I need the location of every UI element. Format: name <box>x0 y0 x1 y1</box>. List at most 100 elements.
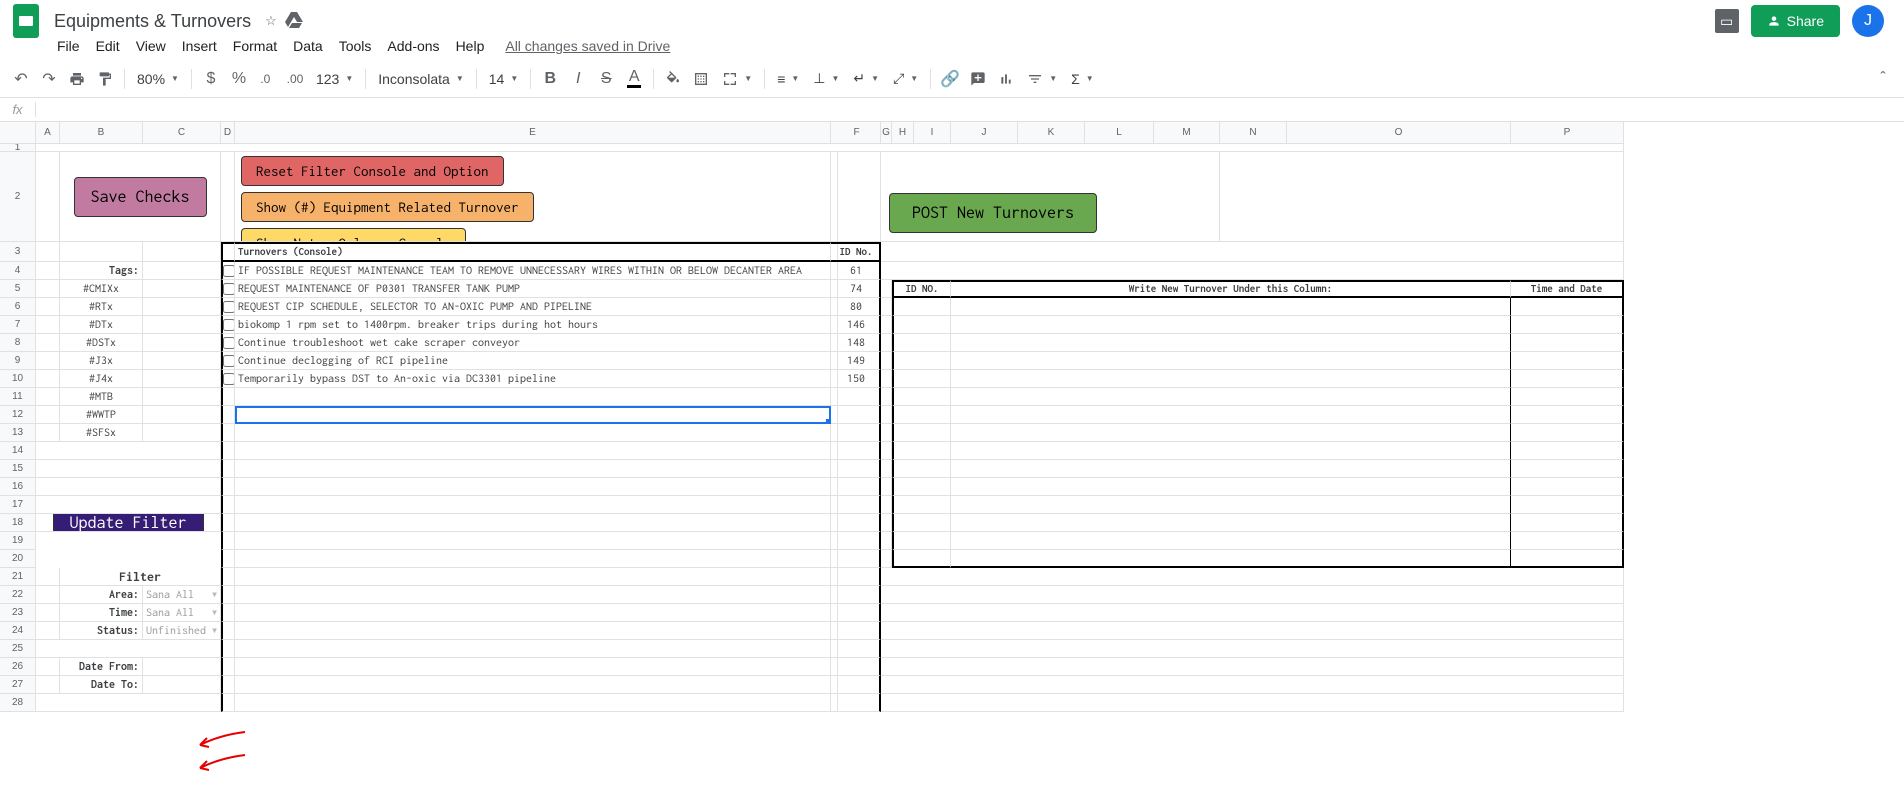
row-header[interactable]: 12 <box>0 406 36 424</box>
document-title[interactable]: Equipments & Turnovers <box>48 9 257 34</box>
insert-comment-button[interactable] <box>965 66 991 92</box>
borders-button[interactable] <box>688 66 714 92</box>
row-header[interactable]: 19 <box>0 532 36 550</box>
row-header[interactable]: 8 <box>0 334 36 352</box>
row-header[interactable]: 17 <box>0 496 36 514</box>
text-color-button[interactable]: A <box>621 66 647 92</box>
menu-help[interactable]: Help <box>449 34 492 58</box>
row-header[interactable]: 6 <box>0 298 36 316</box>
decrease-decimal-button[interactable]: .0 <box>254 66 280 92</box>
turnover-checkbox[interactable] <box>223 265 235 277</box>
font-dropdown[interactable]: Inconsolata▼ <box>372 66 470 92</box>
percent-button[interactable]: % <box>226 66 252 92</box>
col-header[interactable]: E <box>235 122 831 144</box>
turnover-text[interactable]: Continue troubleshoot wet cake scraper c… <box>235 334 831 352</box>
row-header[interactable]: 1 <box>0 144 36 152</box>
col-header[interactable]: O <box>1287 122 1511 144</box>
time-dropdown[interactable]: Sana All▼ <box>143 604 221 622</box>
menu-view[interactable]: View <box>129 34 173 58</box>
undo-button[interactable]: ↶ <box>8 66 34 92</box>
tag-item[interactable]: #SFSx <box>60 424 143 442</box>
col-header[interactable]: L <box>1085 122 1154 144</box>
menu-tools[interactable]: Tools <box>332 34 379 58</box>
row-header[interactable]: 20 <box>0 550 36 568</box>
status-dropdown[interactable]: Unfinished▼ <box>143 622 221 640</box>
font-size-dropdown[interactable]: 14▼ <box>483 66 525 92</box>
currency-button[interactable]: $ <box>198 66 224 92</box>
row-header[interactable]: 15 <box>0 460 36 478</box>
col-header[interactable]: D <box>221 122 235 144</box>
functions-button[interactable]: Σ▼ <box>1065 66 1100 92</box>
bold-button[interactable]: B <box>537 66 563 92</box>
row-header[interactable]: 9 <box>0 352 36 370</box>
menu-insert[interactable]: Insert <box>175 34 224 58</box>
show-notes-button[interactable]: Show Notes Only on Console <box>241 228 466 242</box>
col-header[interactable]: C <box>143 122 221 144</box>
tag-item[interactable]: #DTx <box>60 316 143 334</box>
horizontal-align-button[interactable]: ≡▼ <box>771 66 805 92</box>
row-header[interactable]: 13 <box>0 424 36 442</box>
reset-filter-button[interactable]: Reset Filter Console and Option <box>241 156 504 186</box>
row-header[interactable]: 25 <box>0 640 36 658</box>
insert-chart-button[interactable] <box>993 66 1019 92</box>
turnover-checkbox[interactable] <box>223 301 235 313</box>
tag-item[interactable]: #RTx <box>60 298 143 316</box>
zoom-dropdown[interactable]: 80%▼ <box>131 66 185 92</box>
show-equipment-button[interactable]: Show (#) Equipment Related Turnover <box>241 192 534 222</box>
italic-button[interactable]: I <box>565 66 591 92</box>
tag-item[interactable]: #J4x <box>60 370 143 388</box>
save-status[interactable]: All changes saved in Drive <box>505 38 670 54</box>
strikethrough-button[interactable]: S <box>593 66 619 92</box>
insert-link-button[interactable]: 🔗 <box>937 66 963 92</box>
post-turnovers-button[interactable]: POST New Turnovers <box>889 193 1097 233</box>
turnover-checkbox[interactable] <box>223 283 235 295</box>
row-header[interactable]: 3 <box>0 242 36 262</box>
vertical-align-button[interactable]: ⊥▼ <box>807 66 845 92</box>
row-header[interactable]: 26 <box>0 658 36 676</box>
col-header[interactable]: F <box>833 122 881 144</box>
sheets-logo[interactable] <box>8 3 44 39</box>
turnover-checkbox[interactable] <box>223 355 235 367</box>
save-checks-button[interactable]: Save Checks <box>74 177 207 217</box>
selected-cell[interactable] <box>235 406 831 424</box>
format-dropdown[interactable]: 123▼ <box>310 66 359 92</box>
row-header[interactable]: 27 <box>0 676 36 694</box>
turnover-text[interactable]: REQUEST MAINTENANCE OF P0301 TRANSFER TA… <box>235 280 831 298</box>
col-header[interactable]: H <box>892 122 914 144</box>
row-header[interactable]: 22 <box>0 586 36 604</box>
row-header[interactable]: 16 <box>0 478 36 496</box>
increase-decimal-button[interactable]: .00 <box>282 66 308 92</box>
menu-edit[interactable]: Edit <box>89 34 127 58</box>
row-header[interactable]: 18 <box>0 514 36 532</box>
menu-data[interactable]: Data <box>286 34 330 58</box>
area-dropdown[interactable]: Sana All▼ <box>143 586 221 604</box>
account-avatar[interactable]: J <box>1852 5 1884 37</box>
row-header[interactable]: 28 <box>0 694 36 712</box>
col-header[interactable]: K <box>1018 122 1085 144</box>
menu-format[interactable]: Format <box>226 34 284 58</box>
turnover-text[interactable]: Temporarily bypass DST to An-oxic via DC… <box>235 370 831 388</box>
row-header[interactable]: 2 <box>0 152 36 242</box>
move-to-drive-icon[interactable] <box>285 12 303 31</box>
tag-item[interactable]: #WWTP <box>60 406 143 424</box>
date-to-input[interactable] <box>143 676 221 694</box>
col-header[interactable]: B <box>60 122 143 144</box>
turnover-checkbox[interactable] <box>223 337 235 349</box>
update-filter-button[interactable]: Update Filter <box>53 514 204 532</box>
text-rotation-button[interactable]: ⤢▼ <box>887 66 924 92</box>
menu-addons[interactable]: Add-ons <box>380 34 446 58</box>
col-header[interactable]: P <box>1511 122 1624 144</box>
comments-button[interactable]: ▭ <box>1715 9 1739 33</box>
col-header[interactable]: M <box>1154 122 1220 144</box>
row-header[interactable]: 5 <box>0 280 36 298</box>
col-header[interactable]: A <box>36 122 60 144</box>
menu-file[interactable]: File <box>50 34 87 58</box>
row-header[interactable]: 4 <box>0 262 36 280</box>
merge-cells-button[interactable]: ▼ <box>716 66 758 92</box>
col-header[interactable]: I <box>914 122 951 144</box>
row-header[interactable]: 23 <box>0 604 36 622</box>
row-header[interactable]: 24 <box>0 622 36 640</box>
filter-button[interactable]: ▼ <box>1021 66 1063 92</box>
redo-button[interactable]: ↷ <box>36 66 62 92</box>
turnover-text[interactable]: REQUEST CIP SCHEDULE, SELECTOR TO AN-OXI… <box>235 298 831 316</box>
